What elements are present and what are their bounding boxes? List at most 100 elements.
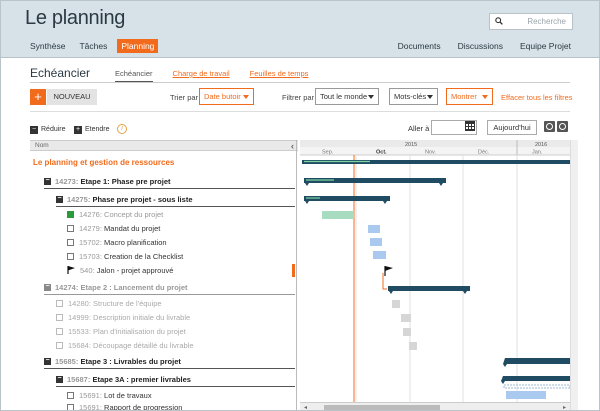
task-name: Concept du projet <box>104 210 164 219</box>
task-name: Etape 3A : premier livrables <box>92 375 191 384</box>
checkbox[interactable] <box>67 252 74 260</box>
horizontal-scrollbar[interactable]: ◂ ▸ <box>300 402 570 411</box>
group-bar[interactable] <box>304 196 390 204</box>
filter-select[interactable]: Tout le monde <box>315 88 379 105</box>
group-bar[interactable] <box>501 376 570 384</box>
checkbox[interactable] <box>56 299 63 307</box>
task-name: Jalon - projet approuvé <box>96 266 174 275</box>
zoom-out-icon[interactable] <box>557 121 568 132</box>
collapse-icon[interactable]: − <box>56 195 63 203</box>
collapse-icon[interactable]: − <box>44 177 51 185</box>
checkbox[interactable] <box>56 327 63 335</box>
year-label: 2016 <box>535 142 547 148</box>
task-id: 14276: <box>79 210 102 219</box>
selection-marker <box>292 264 295 277</box>
tree-group-row[interactable]: −14273: Etape 1: Phase pre projet <box>44 175 295 189</box>
task-bar[interactable] <box>368 225 380 233</box>
task-id: 15691: <box>79 403 102 411</box>
task-row[interactable]: 15533: Plan d'initialisation du projet <box>56 325 321 339</box>
scrollbar-thumb[interactable] <box>324 405 440 410</box>
milestone-flag-icon[interactable] <box>384 266 393 276</box>
task-id: 14273: <box>55 177 79 186</box>
task-name: Creation de la Checklist <box>104 252 184 261</box>
task-id: 540: <box>80 266 95 275</box>
scroll-right-icon[interactable]: ▸ <box>563 404 566 411</box>
nav-synthese[interactable]: Synthèse <box>30 39 65 53</box>
task-bar[interactable] <box>373 251 386 259</box>
tree-group-row[interactable]: −14274: Etape 2 : Lancement du projet <box>44 281 295 295</box>
collapse-icon[interactable]: − <box>44 283 51 291</box>
sort-select[interactable]: Date butoir <box>199 88 254 105</box>
checkbox[interactable] <box>67 403 74 411</box>
tab-echeancier[interactable]: Echéancier <box>115 69 153 83</box>
chevron-down-icon <box>243 95 249 99</box>
collapse-icon[interactable]: − <box>44 357 51 365</box>
checkbox[interactable] <box>56 341 63 349</box>
task-bar[interactable] <box>403 328 411 336</box>
keywords-select[interactable]: Mots-clés <box>389 88 438 105</box>
task-row[interactable]: 14276: Concept du projet <box>67 208 332 222</box>
column-name-header[interactable]: Nom <box>35 142 49 149</box>
group-bar[interactable] <box>304 178 446 186</box>
nav-equipe-projet[interactable]: Equipe Projet <box>520 41 571 51</box>
chevron-left-icon[interactable]: ‹ <box>291 141 294 151</box>
task-row[interactable]: 15691: Rapport de progression <box>67 401 332 411</box>
task-row[interactable]: 14280: Structure de l'équipe <box>56 297 321 311</box>
task-row[interactable]: 15702: Macro planification <box>67 236 332 250</box>
new-button[interactable]: NOUVEAU <box>47 89 97 105</box>
task-name: Description initiale du livrable <box>93 313 191 322</box>
calendar-icon[interactable] <box>465 121 475 131</box>
task-bar[interactable] <box>506 391 546 399</box>
tab-feuilles-de-temps[interactable]: Feuilles de temps <box>250 69 309 83</box>
nav-planning[interactable]: Planning <box>117 39 159 53</box>
collapse-button[interactable]: − Réduire <box>30 125 66 134</box>
task-bar[interactable] <box>392 300 400 308</box>
vertical-scrollbar[interactable] <box>570 140 578 411</box>
today-button[interactable]: Aujourd'hui <box>487 120 537 135</box>
expand-button[interactable]: + Etendre <box>74 125 110 134</box>
show-select[interactable]: Montrer <box>446 88 493 105</box>
task-row[interactable]: 14279: Mandat du projet <box>67 222 332 236</box>
task-bar[interactable] <box>370 238 382 246</box>
app-title: Le planning <box>25 7 126 29</box>
info-icon[interactable]: i <box>117 124 127 134</box>
zoom-in-icon[interactable] <box>544 121 555 132</box>
group-bar[interactable] <box>503 358 570 367</box>
task-id: 15703: <box>79 252 102 261</box>
checked-checkbox-icon[interactable] <box>67 210 74 218</box>
gantt-chart[interactable]: 2015 2016 Sep. Oct. Nov. Déc. Jan. <box>300 140 570 411</box>
checkbox[interactable] <box>56 313 63 321</box>
checkbox[interactable] <box>67 224 74 232</box>
task-bar[interactable] <box>409 342 417 350</box>
collapse-icon[interactable]: − <box>56 375 63 383</box>
nav-discussions[interactable]: Discussions <box>458 41 503 51</box>
task-row[interactable]: 15703: Creation de la Checklist <box>67 250 332 264</box>
task-id: 14274: <box>55 283 79 292</box>
checkbox[interactable] <box>67 391 74 399</box>
sort-value: Date butoir <box>204 92 241 101</box>
nav-documents[interactable]: Documents <box>398 41 441 51</box>
task-row[interactable]: 14999: Description initiale du livrable <box>56 311 321 325</box>
nav-taches[interactable]: Tâches <box>79 39 107 53</box>
sub-tabs: Echéancier Charge de travail Feuilles de… <box>115 69 328 83</box>
tree-group-row[interactable]: −15685: Etape 3 : Livrables du projet <box>44 355 295 369</box>
task-id: 15685: <box>55 357 79 366</box>
filter-label: Filtrer par <box>282 93 315 102</box>
search-input[interactable]: Recherche <box>489 13 573 30</box>
chevron-down-icon <box>368 95 374 99</box>
scroll-left-icon[interactable]: ◂ <box>304 404 307 411</box>
secondary-nav: Documents Discussions Equipe Projet <box>381 41 571 51</box>
group-bar[interactable] <box>388 286 470 294</box>
project-root-row[interactable]: Le planning et gestion de ressources <box>33 156 298 170</box>
tree-group-row[interactable]: −14275: Phase pre projet - sous liste <box>56 193 295 207</box>
show-label: Montrer <box>451 92 477 101</box>
clear-filters-link[interactable]: Effacer tous les filtres <box>501 93 573 102</box>
tab-charge-de-travail[interactable]: Charge de travail <box>173 69 230 83</box>
tree-group-row[interactable]: −15687: Etape 3A : premier livrables <box>56 373 295 387</box>
task-row[interactable]: 15684: Découpage détaillé du livrable <box>56 339 321 353</box>
task-bar[interactable] <box>322 211 354 219</box>
add-button[interactable]: + <box>30 89 46 105</box>
panel-divider[interactable] <box>296 140 297 411</box>
task-bar[interactable] <box>401 314 411 322</box>
checkbox[interactable] <box>67 238 74 246</box>
